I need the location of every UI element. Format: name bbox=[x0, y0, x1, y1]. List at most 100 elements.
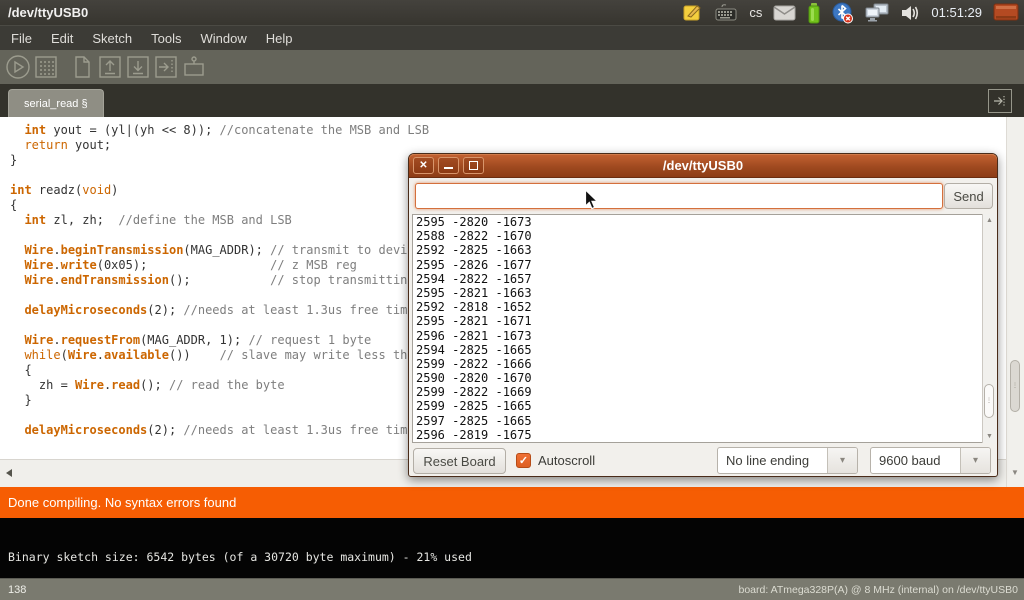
code-line: zh = Wire.read(); // read the byte bbox=[10, 378, 429, 393]
code-line bbox=[10, 288, 429, 303]
code-line: { bbox=[10, 198, 429, 213]
reset-board-label: Reset Board bbox=[423, 454, 495, 469]
menu-item-window[interactable]: Window bbox=[197, 29, 249, 48]
network-icon[interactable] bbox=[865, 2, 890, 23]
serial-row: 2596 -2821 -1673 bbox=[413, 329, 994, 343]
keyboard-indicator-icon[interactable] bbox=[714, 3, 738, 23]
grip-icon: ⋮ bbox=[1012, 385, 1019, 388]
menu-item-sketch[interactable]: Sketch bbox=[89, 29, 135, 48]
new-sketch-button[interactable] bbox=[68, 54, 95, 81]
editor-vertical-scrollbar[interactable]: ⋮ ▼ bbox=[1006, 117, 1024, 487]
code-line: Wire.requestFrom(MAG_ADDR, 1); // reques… bbox=[10, 333, 429, 348]
mouse-cursor bbox=[584, 189, 600, 211]
chevron-down-icon[interactable]: ▾ bbox=[960, 448, 990, 473]
serial-row: 2595 -2821 -1671 bbox=[413, 314, 994, 328]
tab-serial-read[interactable]: serial_read § bbox=[8, 89, 104, 117]
serial-row: 2595 -2820 -1673 bbox=[413, 215, 994, 229]
menu-item-tools[interactable]: Tools bbox=[148, 29, 184, 48]
screen: /dev/ttyUSB0 cs 01:51: bbox=[0, 0, 1024, 600]
volume-icon[interactable] bbox=[901, 4, 920, 22]
bluetooth-icon[interactable] bbox=[832, 2, 854, 24]
menu-item-edit[interactable]: Edit bbox=[48, 29, 76, 48]
serial-row: 2594 -2822 -1657 bbox=[413, 272, 994, 286]
code-line bbox=[10, 318, 429, 333]
serial-row: 2592 -2825 -1663 bbox=[413, 243, 994, 257]
status-message: Done compiling. No syntax errors found bbox=[8, 495, 236, 510]
serial-row: 2597 -2825 -1665 bbox=[413, 414, 994, 428]
scrollbar-thumb[interactable]: ⋮ bbox=[1010, 360, 1020, 412]
line-ending-select[interactable]: No line ending ▾ bbox=[717, 447, 858, 474]
code-area[interactable]: int yout = (yl|(yh << 8)); //concatenate… bbox=[10, 123, 429, 438]
send-button[interactable]: Send bbox=[944, 183, 993, 209]
code-line: Wire.endTransmission(); // stop transmit… bbox=[10, 273, 429, 288]
scroll-up-arrow-icon[interactable]: ▲ bbox=[986, 217, 993, 224]
reset-board-button[interactable]: Reset Board bbox=[413, 448, 506, 474]
code-line bbox=[10, 408, 429, 423]
scroll-left-arrow-icon[interactable] bbox=[6, 469, 12, 477]
session-menu-icon[interactable] bbox=[993, 3, 1019, 23]
serial-output[interactable]: 2595 -2820 -16732588 -2822 -16702592 -28… bbox=[412, 214, 995, 443]
autoscroll-checkbox[interactable]: ✓ bbox=[516, 453, 531, 468]
code-line: while(Wire.available()) // slave may wri… bbox=[10, 348, 429, 363]
check-icon: ✓ bbox=[519, 454, 528, 467]
baud-rate-select[interactable]: 9600 baud ▾ bbox=[870, 447, 991, 474]
serial-monitor-window: ✕ /dev/ttyUSB0 Send 2595 -2820 -16732588… bbox=[408, 153, 998, 477]
autoscroll-label[interactable]: Autoscroll bbox=[538, 448, 595, 474]
serial-row: 2599 -2825 -1665 bbox=[413, 399, 994, 413]
code-line bbox=[10, 228, 429, 243]
code-line: delayMicroseconds(2); //needs at least 1… bbox=[10, 303, 429, 318]
code-line: delayMicroseconds(2); //needs at least 1… bbox=[10, 423, 429, 438]
serial-monitor-button[interactable] bbox=[180, 54, 207, 81]
tab-bar: serial_read § bbox=[0, 84, 1024, 117]
serial-row: 2599 -2822 -1666 bbox=[413, 357, 994, 371]
code-line: } bbox=[10, 153, 429, 168]
menu-item-file[interactable]: File bbox=[8, 29, 35, 48]
code-line: Wire.write(0x05); // z MSB reg bbox=[10, 258, 429, 273]
tab-label: serial_read § bbox=[24, 98, 88, 110]
mail-icon[interactable] bbox=[773, 5, 796, 21]
scroll-down-arrow-icon[interactable]: ▼ bbox=[1011, 468, 1019, 477]
console: Binary sketch size: 6542 bytes (of a 307… bbox=[0, 518, 1024, 578]
save-sketch-button[interactable] bbox=[124, 54, 151, 81]
battery-icon[interactable] bbox=[807, 2, 821, 24]
menu-bar: File Edit Sketch Tools Window Help bbox=[0, 25, 1024, 50]
grip-icon: ⋮ bbox=[986, 400, 993, 403]
footer-bar: 138 board: ATmega328P(A) @ 8 MHz (intern… bbox=[0, 578, 1024, 600]
code-line: int readz(void) bbox=[10, 183, 429, 198]
tab-menu-button[interactable] bbox=[988, 89, 1012, 113]
toolbar bbox=[0, 50, 1024, 84]
serial-row: 2595 -2821 -1663 bbox=[413, 286, 994, 300]
code-line: return yout; bbox=[10, 138, 429, 153]
line-number-indicator: 138 bbox=[8, 584, 26, 596]
indicator-area: cs 01:51:29 bbox=[682, 2, 1024, 24]
console-output: Binary sketch size: 6542 bytes (of a 307… bbox=[8, 550, 472, 564]
code-line: int yout = (yl|(yh << 8)); //concatenate… bbox=[10, 123, 429, 138]
desktop-panel: /dev/ttyUSB0 cs 01:51: bbox=[0, 0, 1024, 25]
note-icon[interactable] bbox=[682, 2, 703, 23]
serial-row: 2596 -2819 -1675 bbox=[413, 428, 994, 442]
verify-button[interactable] bbox=[4, 54, 31, 81]
code-line: } bbox=[10, 393, 429, 408]
menu-item-help[interactable]: Help bbox=[263, 29, 296, 48]
upload-button[interactable] bbox=[152, 54, 179, 81]
serial-input[interactable] bbox=[415, 183, 943, 209]
serial-scrollbar-thumb[interactable]: ⋮ bbox=[984, 384, 994, 418]
stop-button[interactable] bbox=[32, 54, 59, 81]
serial-row: 2595 -2826 -1677 bbox=[413, 258, 994, 272]
serial-monitor-titlebar[interactable]: ✕ /dev/ttyUSB0 bbox=[409, 154, 997, 178]
board-info: board: ATmega328P(A) @ 8 MHz (internal) … bbox=[738, 584, 1018, 596]
scroll-down-arrow-icon[interactable]: ▼ bbox=[986, 433, 993, 440]
code-line: int zl, zh; //define the MSB and LSB bbox=[10, 213, 429, 228]
serial-row: 2599 -2822 -1669 bbox=[413, 385, 994, 399]
code-line: Wire.beginTransmission(MAG_ADDR); // tra… bbox=[10, 243, 429, 258]
line-ending-value: No line ending bbox=[718, 448, 827, 473]
serial-row: 2588 -2822 -1670 bbox=[413, 229, 994, 243]
code-line bbox=[10, 168, 429, 183]
serial-scrollbar[interactable]: ▲ ⋮ ▼ bbox=[982, 214, 996, 443]
serial-row: 2594 -2825 -1665 bbox=[413, 343, 994, 357]
window-title: /dev/ttyUSB0 bbox=[8, 5, 88, 20]
keyboard-layout-label[interactable]: cs bbox=[749, 5, 762, 20]
chevron-down-icon[interactable]: ▾ bbox=[827, 448, 857, 473]
open-sketch-button[interactable] bbox=[96, 54, 123, 81]
clock-label[interactable]: 01:51:29 bbox=[931, 5, 982, 20]
